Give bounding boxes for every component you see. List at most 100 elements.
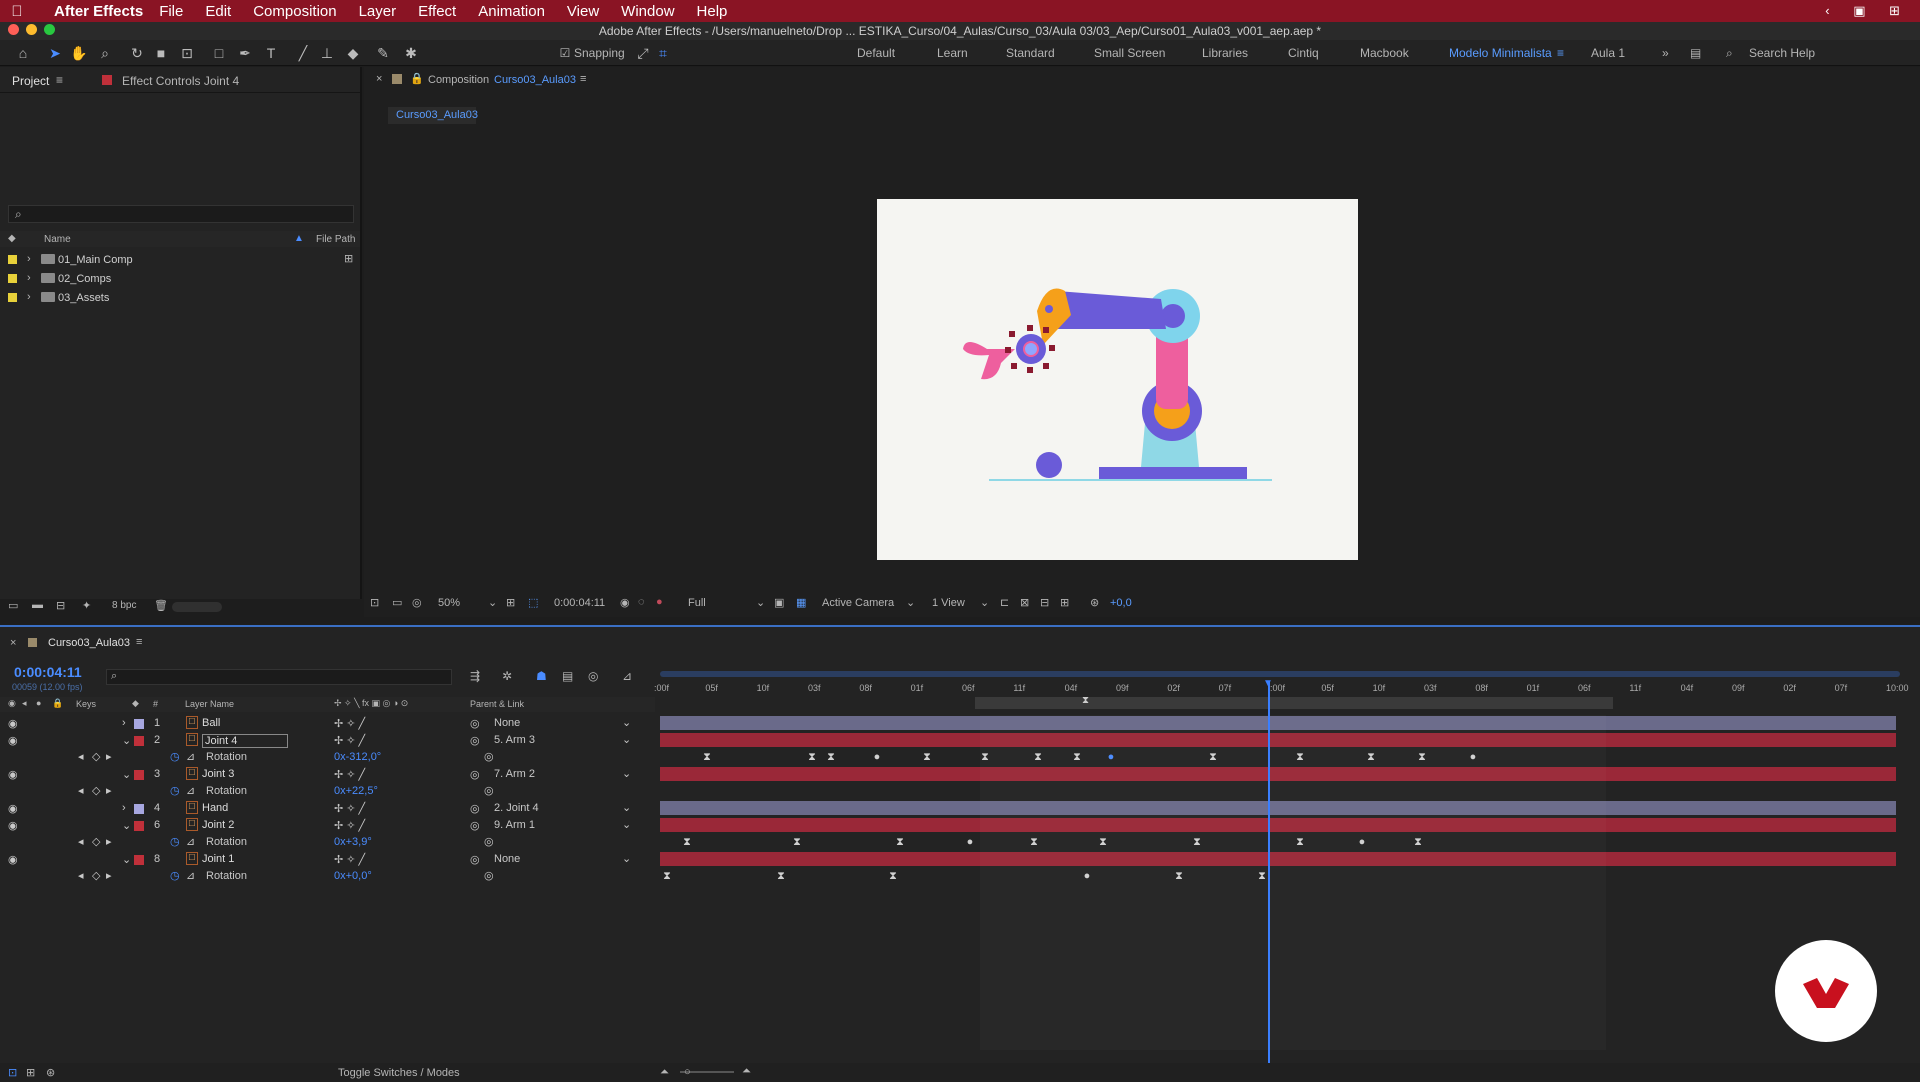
rotate-tool-icon[interactable]: ↻ [128, 44, 146, 62]
add-keyframe-icon[interactable]: ◇ [92, 835, 100, 848]
eye-icon[interactable]: ◉ [8, 768, 18, 781]
chevron-right-icon[interactable]: › [27, 253, 31, 265]
close-icon[interactable]: × [376, 73, 382, 85]
chevron-down-icon[interactable]: ⌄ [906, 596, 915, 609]
mask-visibility-icon[interactable]: ◎ [412, 596, 422, 609]
layer-name[interactable]: Ball [202, 717, 220, 729]
property-row[interactable]: ◂ ◇ ▸ ◷ ⊿ Rotation 0x+3,9° ◎ [0, 834, 655, 851]
thumbnail-slider[interactable] [172, 602, 222, 612]
add-keyframe-icon[interactable]: ◇ [92, 784, 100, 797]
next-keyframe-icon[interactable]: ▸ [106, 835, 112, 848]
zoom-window-button[interactable] [44, 24, 55, 35]
draft-3d-icon[interactable]: ✲ [502, 669, 512, 683]
zoom-slider-thumb[interactable]: ○ [684, 1066, 691, 1078]
parent-dropdown[interactable]: 7. Arm 2 [494, 768, 535, 780]
hand-tool-icon[interactable]: ✋ [70, 44, 88, 62]
switches-icons[interactable]: ✢ ✧ ╱ [334, 768, 365, 781]
eye-icon[interactable]: ◉ [8, 819, 18, 832]
eye-icon[interactable]: ◉ [8, 802, 18, 815]
more-workspaces-icon[interactable]: » [1662, 46, 1669, 60]
table-row[interactable]: ◉ › 1 ☐ Ball ✢ ✧ ╱ ◎ None ⌄ [0, 715, 655, 732]
menu-file[interactable]: File [159, 3, 183, 20]
layer-label-color[interactable] [134, 821, 144, 831]
vr-icon[interactable]: ▭ [392, 596, 402, 609]
pick-whip-icon[interactable]: ◎ [470, 819, 480, 832]
keyframe[interactable]: ● [872, 750, 882, 764]
project-search-input[interactable]: ⌕ [8, 205, 354, 223]
switches-icons[interactable]: ✢ ✧ ╱ [334, 802, 365, 815]
table-row[interactable]: ◉ ⌄ 8 ☐ Joint 1 ✢ ✧ ╱ ◎ None ⌄ [0, 851, 655, 868]
layer-name[interactable]: Joint 3 [202, 768, 234, 780]
flowchart-icon[interactable]: ⊞ [344, 252, 353, 265]
menu-window[interactable]: Window [621, 3, 674, 20]
flowchart-icon[interactable]: ⊞ [1060, 596, 1069, 609]
workspace-cintiq[interactable]: Cintiq [1288, 46, 1319, 60]
workspace-modelo-minimalista[interactable]: Modelo Minimalista [1449, 46, 1552, 60]
workspace-small-screen[interactable]: Small Screen [1094, 46, 1165, 60]
parent-dropdown[interactable]: 5. Arm 3 [494, 734, 535, 746]
property-row[interactable]: ◂ ◇ ▸ ◷ ⊿ Rotation 0x-312,0° ◎ [0, 749, 655, 766]
motion-blur-icon[interactable]: ◎ [588, 669, 598, 683]
property-row[interactable]: ◂ ◇ ▸ ◷ ⊿ Rotation 0x+22,5° ◎ [0, 783, 655, 800]
transparency-grid-icon[interactable]: ▦ [796, 596, 806, 609]
keyframe[interactable]: ⧗ [922, 750, 932, 764]
graph-icon[interactable]: ⊿ [186, 750, 195, 763]
layer-label-color[interactable] [134, 855, 144, 865]
rectangle-tool-icon[interactable]: □ [210, 44, 228, 62]
snap-grid-icon[interactable]: ⌗ [654, 44, 672, 62]
graph-icon[interactable]: ⊿ [186, 784, 195, 797]
zoom-tool-icon[interactable]: ⌕ [96, 44, 114, 62]
keyframe[interactable]: ⧗ [807, 750, 817, 764]
clone-stamp-tool-icon[interactable]: ⊥ [318, 44, 336, 62]
parent-dropdown[interactable]: None [494, 717, 520, 729]
next-keyframe-icon[interactable]: ▸ [106, 784, 112, 797]
apple-icon[interactable]:  [0, 3, 34, 20]
render-time-icon[interactable]: ⊛ [46, 1066, 55, 1079]
composition-canvas[interactable] [877, 199, 1358, 560]
views-dropdown[interactable]: 1 View [932, 597, 965, 609]
eye-icon[interactable]: ◉ [8, 853, 18, 866]
pick-whip-icon[interactable]: ◎ [470, 768, 480, 781]
pick-whip-icon[interactable]: ◎ [470, 802, 480, 815]
column-layer-name[interactable]: Layer Name [185, 699, 234, 709]
sort-arrow-icon[interactable]: ▲ [294, 233, 304, 244]
zoom-in-icon[interactable]: ⏶ [742, 1065, 751, 1078]
add-keyframe-icon[interactable]: ◇ [92, 869, 100, 882]
property-value[interactable]: 0x+0,0° [334, 870, 372, 882]
render-icon[interactable]: ✦ [82, 599, 91, 612]
trash-icon[interactable]: 🗑 [154, 599, 168, 612]
stopwatch-icon[interactable]: ◷ [170, 869, 180, 882]
close-icon[interactable]: × [10, 637, 16, 649]
timeline-tab[interactable]: Curso03_Aula03 [48, 637, 130, 649]
layer-label-color[interactable] [134, 736, 144, 746]
chevron-down-icon[interactable]: ⌄ [622, 733, 631, 746]
audio-icon[interactable]: ◂ [22, 698, 27, 709]
playhead-handle-icon[interactable]: ▼ [1263, 678, 1273, 689]
timeline-icon[interactable]: ⊟ [1040, 596, 1049, 609]
table-row[interactable]: ◉ › 4 ☐ Hand ✢ ✧ ╱ ◎ 2. Joint 4 ⌄ [0, 800, 655, 817]
breadcrumb-comp[interactable]: Curso03_Aula03 [396, 109, 478, 121]
list-item[interactable]: › 02_Comps [0, 270, 360, 289]
playhead[interactable] [1268, 682, 1270, 1082]
snap-options-icon[interactable]: ⤢ [634, 44, 652, 62]
keyframe[interactable]: ⧗ [826, 750, 836, 764]
fit-icon[interactable]: ⊞ [506, 596, 515, 609]
snapping-checkbox[interactable]: ☑ [556, 44, 574, 62]
chevron-down-icon[interactable]: ⌄ [622, 818, 631, 831]
composition-tab-name[interactable]: Curso03_Aula03 [494, 74, 576, 86]
workspace-macbook[interactable]: Macbook [1360, 46, 1409, 60]
keyframe[interactable]: ⧗ [776, 869, 786, 883]
stopwatch-icon[interactable]: ◷ [170, 784, 180, 797]
property-value[interactable]: 0x+22,5° [334, 785, 378, 797]
column-file-path[interactable]: File Path [316, 234, 355, 245]
frame-blending-icon[interactable]: ▤ [562, 669, 573, 683]
switches-icons[interactable]: ✢ ✧ ╱ [334, 819, 365, 832]
composition-mini-flowchart-icon[interactable]: ⇶ [470, 669, 480, 683]
property-value[interactable]: 0x-312,0° [334, 751, 381, 763]
snapshot-icon[interactable]: ◉ [620, 596, 630, 609]
minimize-window-button[interactable] [26, 24, 37, 35]
work-area-range[interactable] [975, 697, 1613, 709]
chevron-right-icon[interactable]: › [122, 802, 126, 814]
keyframe[interactable]: ⧗ [888, 869, 898, 883]
menu-layer[interactable]: Layer [359, 3, 397, 20]
